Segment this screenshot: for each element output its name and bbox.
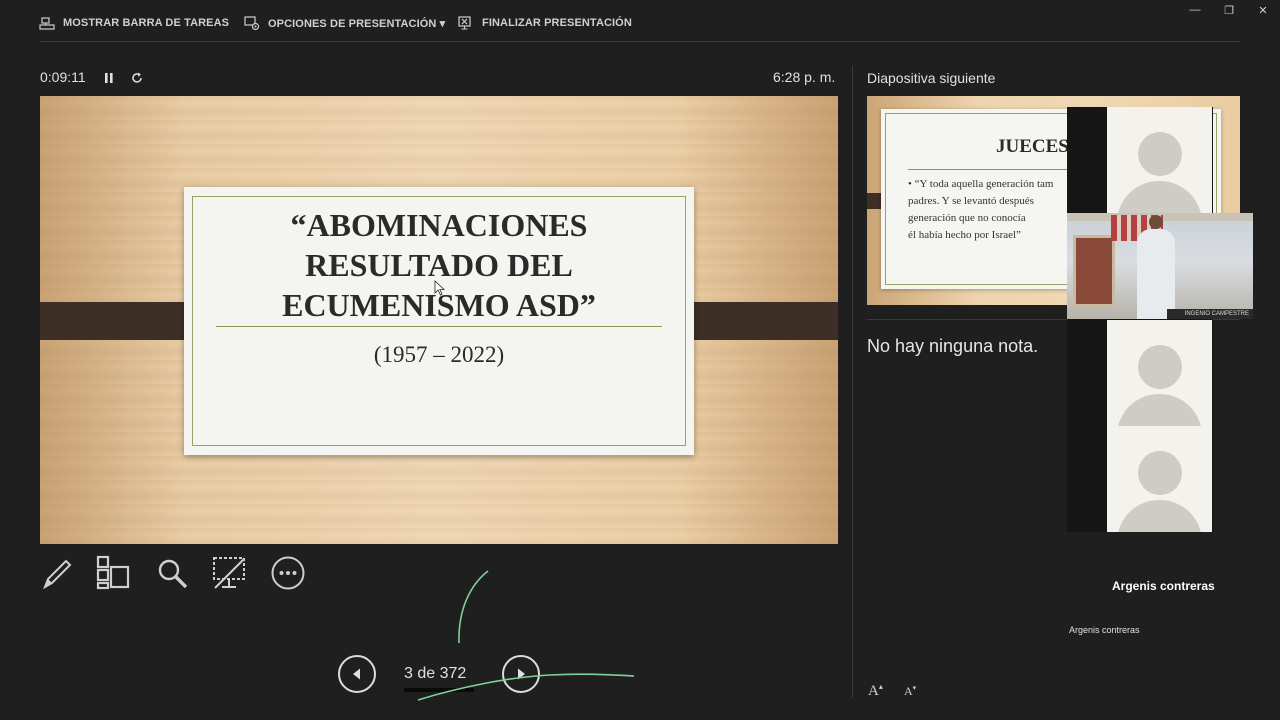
avatar-body bbox=[1117, 394, 1202, 426]
toolbar-divider bbox=[40, 41, 1240, 42]
participant-tile[interactable] bbox=[1107, 320, 1212, 426]
speaker-notes: No hay ninguna nota. bbox=[867, 336, 1039, 356]
slide-bar-left bbox=[40, 302, 202, 340]
slide-divider bbox=[216, 326, 662, 327]
self-name: Argenis contreras bbox=[1069, 625, 1140, 635]
see-all-slides-button[interactable] bbox=[95, 555, 131, 591]
camera-overlay-label: INGENIO CAMPESTRE bbox=[1167, 309, 1253, 319]
increase-font-button[interactable]: A▴ bbox=[868, 682, 883, 700]
end-show-icon bbox=[458, 15, 474, 31]
slide-title: “ABOMINACIONES RESULTADO DEL ECUMENISMO … bbox=[193, 205, 685, 325]
panel-divider bbox=[852, 66, 853, 698]
zoom-icon bbox=[158, 559, 188, 589]
decrease-font-label: A bbox=[904, 684, 913, 698]
pen-icon bbox=[43, 559, 72, 590]
avatar-body bbox=[1117, 181, 1202, 213]
avatar-head bbox=[1138, 132, 1182, 176]
slide-subtitle: (1957 – 2022) bbox=[373, 342, 505, 367]
see-all-slides-icon bbox=[96, 555, 130, 590]
decrease-font-button[interactable]: A▾ bbox=[904, 684, 916, 699]
pen-tool-button[interactable] bbox=[39, 555, 75, 591]
participant-tile[interactable] bbox=[1107, 107, 1212, 213]
person-shirt bbox=[1137, 229, 1175, 319]
reset-icon[interactable] bbox=[130, 71, 144, 90]
slide-title-line2: RESULTADO DEL bbox=[305, 247, 573, 283]
slide-bar-right bbox=[678, 302, 838, 340]
elapsed-timer: 0:09:11 bbox=[40, 69, 86, 85]
display-settings-button[interactable]: OPCIONES DE PRESENTACIÓN ▾ bbox=[244, 14, 445, 32]
participant-tile[interactable] bbox=[1107, 426, 1212, 532]
restore-button[interactable]: ❐ bbox=[1218, 4, 1240, 18]
mouse-cursor-icon bbox=[434, 280, 446, 296]
black-screen-button[interactable] bbox=[211, 555, 247, 591]
increase-font-label: A bbox=[868, 683, 879, 699]
end-show-button[interactable]: FINALIZAR PRESENTACIÓN bbox=[458, 14, 632, 32]
display-settings-label: OPCIONES DE PRESENTACIÓN ▾ bbox=[268, 17, 446, 30]
display-settings-icon bbox=[244, 15, 260, 31]
more-options-icon bbox=[271, 556, 305, 590]
live-camera-feed[interactable]: INGENIO CAMPESTRE bbox=[1067, 213, 1253, 319]
previous-arrow-icon bbox=[353, 668, 360, 680]
avatar-head bbox=[1138, 451, 1182, 495]
speaker-name: Argenis contreras bbox=[1112, 579, 1215, 593]
show-taskbar-button[interactable]: MOSTRAR BARRA DE TAREAS bbox=[39, 14, 229, 32]
more-options-button[interactable] bbox=[270, 555, 306, 591]
slide-card-border: “ABOMINACIONES RESULTADO DEL ECUMENISMO … bbox=[192, 196, 686, 446]
ink-annotation bbox=[417, 570, 635, 701]
next-slide-label: Diapositiva siguiente bbox=[867, 70, 996, 86]
previous-slide-button[interactable] bbox=[338, 655, 376, 693]
current-slide[interactable]: “ABOMINACIONES RESULTADO DEL ECUMENISMO … bbox=[40, 96, 838, 544]
minimize-button[interactable]: — bbox=[1184, 4, 1206, 18]
current-time: 6:28 p. m. bbox=[773, 69, 836, 85]
next-slide-title: JUECES bbox=[996, 136, 1069, 157]
person-head bbox=[1149, 215, 1163, 229]
avatar-head bbox=[1138, 345, 1182, 389]
taskbar-icon bbox=[39, 16, 55, 30]
close-button[interactable]: ✕ bbox=[1252, 4, 1274, 18]
avatar-body bbox=[1117, 500, 1202, 532]
slide-card: “ABOMINACIONES RESULTADO DEL ECUMENISMO … bbox=[184, 187, 694, 455]
zoom-button[interactable] bbox=[154, 555, 190, 591]
end-show-label: FINALIZAR PRESENTACIÓN bbox=[482, 17, 632, 29]
wall-picture bbox=[1073, 235, 1115, 307]
slide-title-line1: “ABOMINACIONES bbox=[290, 207, 588, 243]
show-taskbar-label: MOSTRAR BARRA DE TAREAS bbox=[63, 17, 230, 29]
black-screen-icon bbox=[213, 557, 245, 589]
pause-icon[interactable] bbox=[103, 71, 115, 90]
